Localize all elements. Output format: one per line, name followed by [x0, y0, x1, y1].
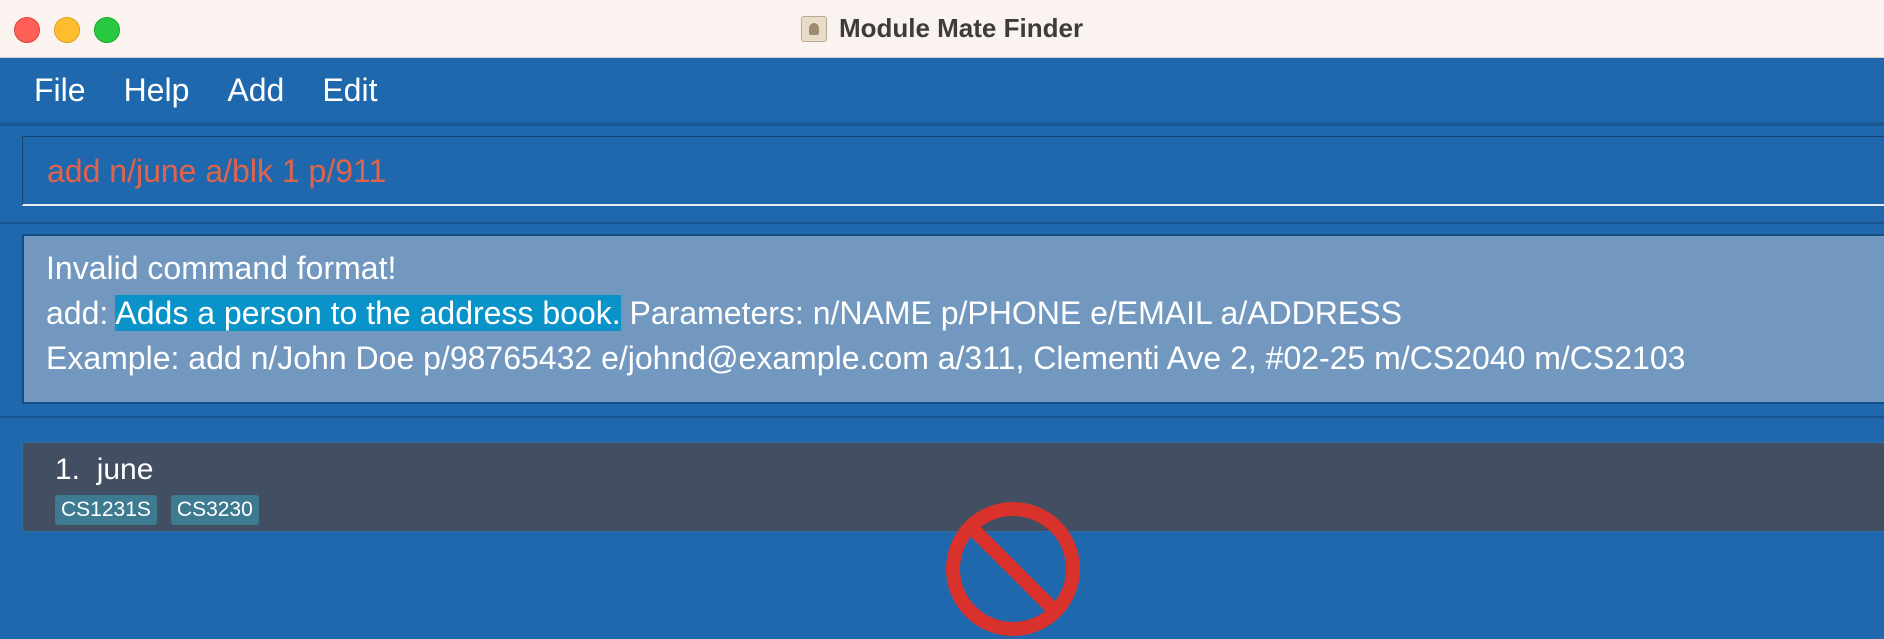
module-tag: CS3230 [170, 495, 259, 525]
menu-help[interactable]: Help [105, 72, 209, 109]
person-card[interactable]: 1. june CS1231S CS3230 [22, 442, 1884, 636]
result-line-3: Example: add n/John Doe p/98765432 e/joh… [46, 340, 1686, 376]
window-title: Module Mate Finder [838, 13, 1084, 43]
prohibited-icon [946, 502, 1080, 636]
command-panel [0, 124, 1884, 222]
result-line-2: add: Adds a person to the address book. … [46, 291, 1868, 336]
menu-add[interactable]: Add [208, 72, 303, 109]
result-line-2-prefix: add: [46, 295, 116, 331]
person-list-panel: 1. june CS1231S CS3230 [0, 416, 1884, 636]
person-name-row: 1. june [55, 453, 153, 487]
person-tags: CS1231S CS3230 [55, 495, 259, 525]
result-panel: Invalid command format! add: Adds a pers… [0, 222, 1884, 418]
person-name: june [96, 453, 154, 486]
menu-bar: File Help Add Edit [0, 58, 1884, 124]
window-title-wrap: Module Mate Finder [0, 0, 1884, 57]
command-box [22, 136, 1884, 206]
result-line-2-suffix: Parameters: n/NAME p/PHONE e/EMAIL a/ADD… [620, 295, 1402, 331]
command-input[interactable] [23, 137, 1884, 206]
person-index: 1. [55, 453, 81, 486]
title-bar: Module Mate Finder [0, 0, 1884, 58]
result-display: Invalid command format! add: Adds a pers… [22, 234, 1884, 404]
result-line-2-highlight: Adds a person to the address book. [115, 295, 621, 331]
app-icon [800, 15, 827, 42]
result-line-1: Invalid command format! [46, 250, 397, 286]
menu-file[interactable]: File [0, 72, 105, 109]
menu-edit[interactable]: Edit [303, 72, 396, 109]
module-tag: CS1231S [55, 495, 157, 525]
